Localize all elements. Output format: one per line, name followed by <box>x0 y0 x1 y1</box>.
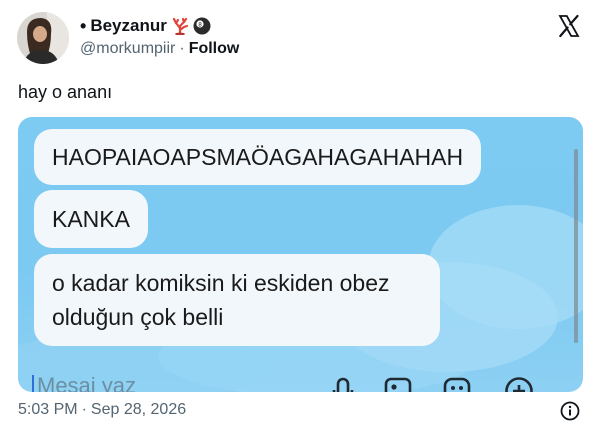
x-logo-icon[interactable] <box>557 14 581 38</box>
composer-placeholder[interactable]: Mesaj yaz <box>37 373 136 392</box>
text-cursor <box>32 375 34 392</box>
follow-button[interactable]: Follow <box>189 40 240 58</box>
tweet-date: Sep 28, 2026 <box>90 401 187 418</box>
timestamp-separator: · <box>81 401 87 418</box>
8-ball-icon: 8 <box>193 17 211 35</box>
emoji-icon[interactable] <box>442 375 472 392</box>
handle-row: @morkumpiir · Follow <box>80 40 239 58</box>
coral-icon <box>171 17 189 36</box>
image-icon[interactable] <box>383 375 413 392</box>
name-bullet: • <box>80 15 87 36</box>
timestamp[interactable]: 5:03 PM · Sep 28, 2026 <box>18 401 186 419</box>
plus-icon[interactable] <box>504 375 534 392</box>
handle-separator: · <box>179 40 185 57</box>
display-name[interactable]: Beyzanur <box>90 16 167 36</box>
avatar-image <box>17 12 69 64</box>
chat-message: HAOPAIAOAPSMAÖAGAHAGAHAHAH <box>34 129 482 185</box>
chat-scrollbar[interactable] <box>574 149 578 343</box>
author-name-row: • Beyzanur 8 <box>80 15 211 37</box>
info-icon[interactable] <box>560 401 580 421</box>
media-image[interactable]: HAOPAIAOAPSMAÖAGAHAGAHAHAH KANKA o kadar… <box>18 117 583 392</box>
handle[interactable]: @morkumpiir <box>80 40 175 58</box>
microphone-icon[interactable] <box>328 375 358 392</box>
message-composer[interactable]: Mesaj yaz <box>18 361 583 392</box>
tweet-text: hay o ananı <box>18 82 113 102</box>
avatar[interactable] <box>17 12 69 64</box>
tweet-card: • Beyzanur 8 @morkumpiir · Follow hay o <box>0 0 600 442</box>
chat-message: o kadar komiksin ki eskiden obez olduğun… <box>34 254 440 346</box>
tweet-time: 5:03 PM <box>18 401 78 418</box>
chat-message: KANKA <box>34 190 148 248</box>
